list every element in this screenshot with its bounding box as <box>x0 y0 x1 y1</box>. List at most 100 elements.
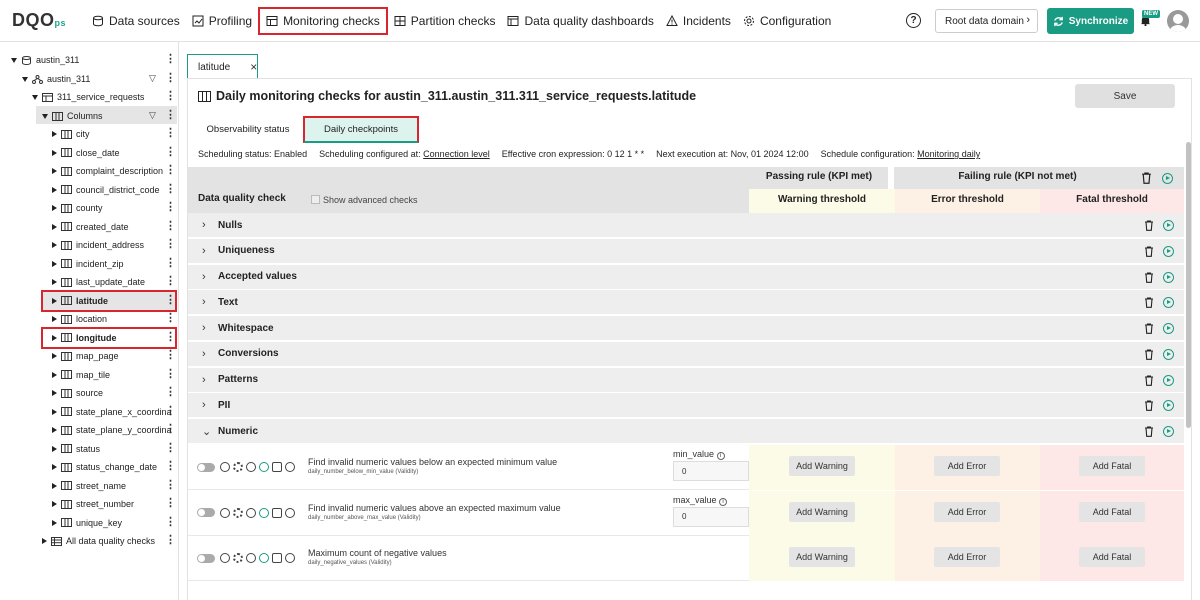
chevron-right-icon[interactable]: › <box>202 271 206 283</box>
more-options-icon[interactable]: ⋮ <box>165 146 176 158</box>
nav-configuration[interactable]: Configuration <box>737 7 837 35</box>
collapsed-arrow-icon[interactable] <box>52 260 57 267</box>
connection-level-link[interactable]: Connection level <box>423 149 490 159</box>
collapsed-arrow-icon[interactable] <box>52 408 57 415</box>
add-warning-button[interactable]: Add Warning <box>789 547 855 567</box>
clock-icon[interactable] <box>246 553 256 563</box>
tree-columns[interactable]: Columns <box>42 107 103 125</box>
expanded-arrow-icon[interactable] <box>11 57 17 63</box>
help-icon[interactable]: ? <box>906 13 921 28</box>
tree-column-status-change-date[interactable]: status_change_date <box>52 458 157 476</box>
expanded-arrow-icon[interactable] <box>42 113 48 119</box>
tab-latitude[interactable]: latitude × <box>187 54 258 79</box>
run-checks-icon[interactable] <box>1163 348 1174 360</box>
add-fatal-button[interactable]: Add Fatal <box>1079 456 1145 476</box>
tree-column-county[interactable]: county <box>52 199 103 217</box>
run-checks-icon[interactable] <box>1163 271 1174 283</box>
chevron-right-icon[interactable]: › <box>202 374 206 386</box>
tree-column-complaint-description[interactable]: complaint_description <box>52 162 163 180</box>
more-options-icon[interactable]: ⋮ <box>165 91 176 102</box>
expanded-arrow-icon[interactable] <box>32 94 38 100</box>
collapsed-arrow-icon[interactable] <box>52 205 57 211</box>
tree-column-location[interactable]: location <box>52 310 107 328</box>
tree-column-state-plane-y-coordina[interactable]: state_plane_y_coordina <box>52 421 172 439</box>
tree-column-map-tile[interactable]: map_tile <box>52 366 110 384</box>
more-options-icon[interactable]: ⋮ <box>165 73 176 84</box>
collapsed-arrow-icon[interactable] <box>52 501 57 507</box>
run-checks-icon[interactable] <box>1163 323 1174 334</box>
tree-column-map-page[interactable]: map_page <box>52 347 119 365</box>
more-options-icon[interactable]: ⋮ <box>165 535 176 546</box>
chevron-right-icon[interactable]: › <box>202 399 206 411</box>
chevron-down-icon[interactable]: ⌄ <box>202 425 211 438</box>
tab-observability-status[interactable]: Observability status <box>198 116 298 143</box>
category-conversions[interactable]: › Conversions <box>188 341 1184 367</box>
chevron-right-icon[interactable]: › <box>202 245 206 257</box>
close-icon[interactable]: × <box>250 60 257 74</box>
collapsed-arrow-icon[interactable] <box>52 168 57 174</box>
tree-column-unique-key[interactable]: unique_key <box>52 514 122 532</box>
tree-column-street-name[interactable]: street_name <box>52 477 126 495</box>
tree-column-close-date[interactable]: close_date <box>52 144 120 162</box>
more-options-icon[interactable]: ⋮ <box>165 183 176 195</box>
tree-schema[interactable]: austin_311 <box>22 70 90 88</box>
run-check-icon[interactable] <box>259 553 269 563</box>
trash-icon[interactable] <box>1144 271 1154 283</box>
clock-icon[interactable] <box>246 507 256 518</box>
trash-icon[interactable] <box>1144 220 1154 231</box>
more-options-icon[interactable]: ⋮ <box>165 350 176 361</box>
run-check-icon[interactable] <box>259 507 269 518</box>
collapsed-arrow-icon[interactable] <box>52 427 57 433</box>
gear-icon[interactable] <box>233 553 243 563</box>
trash-icon[interactable] <box>1144 374 1154 386</box>
run-checks-icon[interactable] <box>1163 220 1174 231</box>
run-checks-icon[interactable] <box>1163 245 1174 257</box>
run-checks-icon[interactable] <box>1163 426 1174 437</box>
info-icon[interactable] <box>285 462 295 472</box>
tree-column-status[interactable]: status <box>52 440 100 458</box>
record-icon[interactable] <box>220 553 230 563</box>
filter-icon[interactable]: ▽ <box>149 73 156 84</box>
more-options-icon[interactable]: ⋮ <box>165 516 176 528</box>
run-check-icon[interactable] <box>259 462 269 472</box>
add-fatal-button[interactable]: Add Fatal <box>1079 501 1145 522</box>
tree-column-last-update-date[interactable]: last_update_date <box>52 273 145 291</box>
results-icon[interactable] <box>272 507 282 518</box>
delete-all-icon[interactable] <box>1141 172 1152 184</box>
add-warning-button[interactable]: Add Warning <box>789 501 855 522</box>
collapsed-arrow-icon[interactable] <box>52 279 57 285</box>
nav-incidents[interactable]: Incidents <box>660 7 737 35</box>
app-logo[interactable]: DQOps <box>12 10 66 31</box>
collapsed-arrow-icon[interactable] <box>52 149 57 156</box>
synchronize-button[interactable]: Synchronize <box>1047 8 1134 34</box>
collapsed-arrow-icon[interactable] <box>52 482 57 489</box>
collapsed-arrow-icon[interactable] <box>52 242 57 248</box>
add-error-button[interactable]: Add Error <box>934 501 1000 522</box>
expanded-arrow-icon[interactable] <box>22 76 28 82</box>
nav-data-sources[interactable]: Data sources <box>86 7 186 35</box>
collapsed-arrow-icon[interactable] <box>52 186 57 193</box>
collapsed-arrow-icon[interactable] <box>52 390 57 396</box>
tree-column-incident-address[interactable]: incident_address <box>52 236 144 254</box>
add-warning-button[interactable]: Add Warning <box>789 456 855 476</box>
more-options-icon[interactable]: ⋮ <box>165 165 176 176</box>
more-options-icon[interactable]: ⋮ <box>165 54 176 65</box>
trash-icon[interactable] <box>1144 323 1154 334</box>
filter-icon[interactable]: ▽ <box>149 110 156 121</box>
nav-partition-checks[interactable]: Partition checks <box>388 7 502 35</box>
enable-toggle[interactable] <box>197 462 215 472</box>
more-options-icon[interactable]: ⋮ <box>165 424 176 435</box>
more-options-icon[interactable]: ⋮ <box>165 202 176 213</box>
category-uniqueness[interactable]: › Uniqueness <box>188 238 1184 264</box>
category-pii[interactable]: › PII <box>188 393 1184 419</box>
tree-column-source[interactable]: source <box>52 384 103 402</box>
category-whitespace[interactable]: › Whitespace <box>188 316 1184 341</box>
collapsed-arrow-icon[interactable] <box>52 519 57 526</box>
more-options-icon[interactable]: ⋮ <box>165 442 176 454</box>
collapsed-arrow-icon[interactable] <box>42 538 47 544</box>
add-error-button[interactable]: Add Error <box>934 547 1000 567</box>
tree-column-incident-zip[interactable]: incident_zip <box>52 255 124 273</box>
run-checks-icon[interactable] <box>1163 374 1174 386</box>
tree-column-city[interactable]: city <box>52 125 90 143</box>
nav-profiling[interactable]: Profiling <box>186 7 258 35</box>
